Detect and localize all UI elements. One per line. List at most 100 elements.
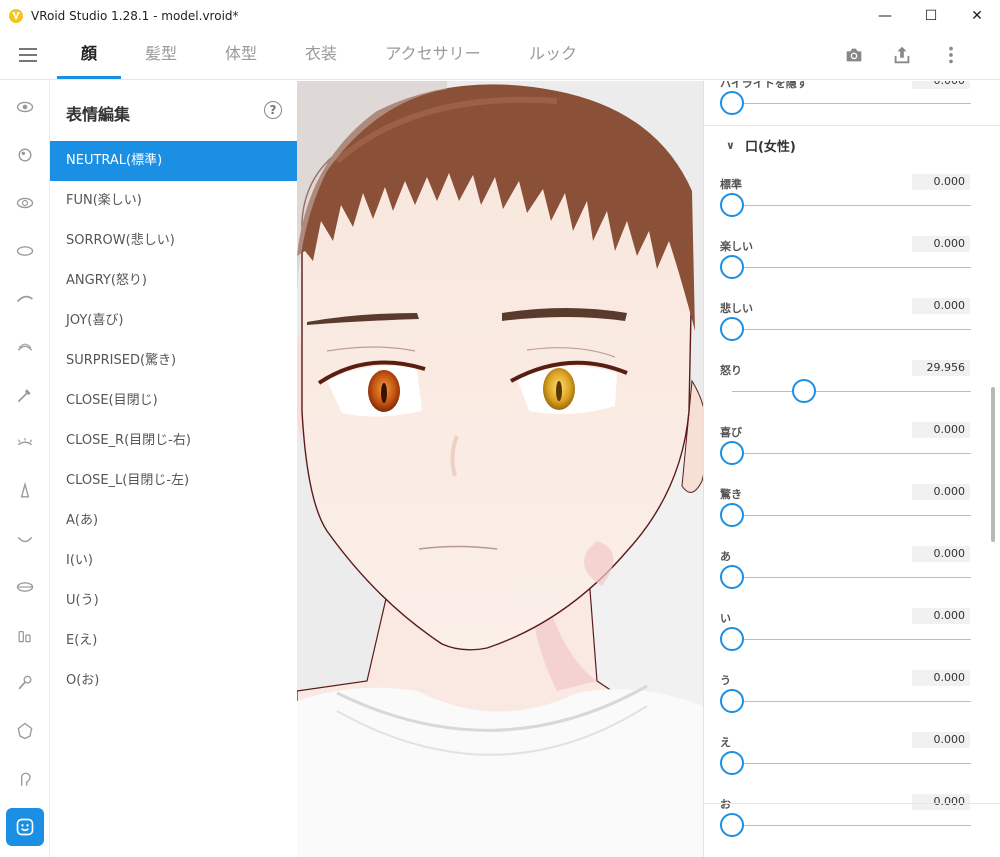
character-face-render [297, 81, 703, 857]
param-label-a: あ [720, 550, 731, 563]
expression-item-surprised[interactable]: SURPRISED(驚き) [50, 341, 297, 381]
slider-thumb-hide-highlight[interactable] [720, 91, 744, 115]
param-label-angry: 怒り [720, 364, 742, 377]
slider-track-fun[interactable] [732, 267, 971, 268]
param-label-e: え [720, 736, 731, 749]
scrollbar[interactable] [991, 387, 995, 542]
vroid-logo-icon [9, 8, 23, 23]
bottom-divider [704, 803, 1000, 804]
param-value-standard[interactable]: 0.000 [912, 174, 970, 190]
param-value-joy[interactable]: 0.000 [912, 422, 970, 438]
eyelash-icon[interactable] [13, 335, 37, 359]
slider-track-i[interactable] [732, 639, 971, 640]
param-value-fun[interactable]: 0.000 [912, 236, 970, 252]
param-value-a[interactable]: 0.000 [912, 546, 970, 562]
slider-thumb-o[interactable] [720, 813, 744, 837]
expression-item-close-l[interactable]: CLOSE_L(目閉じ-左) [50, 461, 297, 501]
expression-edit-panel: 表情編集 ? NEUTRAL(標準) FUN(楽しい) SORROW(悲しい) … [50, 81, 297, 857]
slider-thumb-u[interactable] [720, 689, 744, 713]
expression-item-neutral[interactable]: NEUTRAL(標準) [50, 141, 297, 181]
param-value-u[interactable]: 0.000 [912, 670, 970, 686]
param-value-e[interactable]: 0.000 [912, 732, 970, 748]
expression-icon[interactable] [6, 808, 44, 846]
slider-track-u[interactable] [732, 701, 971, 702]
top-nav: 顔 髪型 体型 衣装 アクセサリー ルック [0, 31, 1000, 80]
minimize-button[interactable]: — [862, 0, 908, 31]
face-outline-icon[interactable] [13, 719, 37, 743]
param-value-o[interactable]: 0.000 [912, 794, 970, 810]
close-button[interactable]: ✕ [954, 0, 1000, 31]
active-tab-indicator [57, 76, 121, 79]
param-label-o: お [720, 798, 731, 811]
param-value-surprised[interactable]: 0.000 [912, 484, 970, 500]
tab-hairstyle[interactable]: 髪型 [130, 31, 192, 80]
slider-thumb-standard[interactable] [720, 193, 744, 217]
expression-item-sorrow[interactable]: SORROW(悲しい) [50, 221, 297, 261]
eye-icon[interactable] [13, 95, 37, 119]
expression-item-angry[interactable]: ANGRY(怒り) [50, 261, 297, 301]
slider-thumb-i[interactable] [720, 627, 744, 651]
slider-track-standard[interactable] [732, 205, 971, 206]
more-options-icon[interactable] [940, 44, 962, 66]
expression-item-joy[interactable]: JOY(喜び) [50, 301, 297, 341]
tab-face[interactable]: 顔 [57, 31, 121, 80]
tab-body[interactable]: 体型 [210, 31, 272, 80]
slider-track-o[interactable] [732, 825, 971, 826]
param-label-surprised: 驚き [720, 488, 742, 501]
eyebrow-icon[interactable] [13, 287, 37, 311]
tab-outfit[interactable]: 衣装 [290, 31, 352, 80]
param-label-i: い [720, 612, 731, 625]
eye-highlight-icon[interactable] [13, 143, 37, 167]
slider-track-a[interactable] [732, 577, 971, 578]
param-label-u: う [720, 674, 731, 687]
chevron-down-icon: ∨ [726, 139, 735, 152]
help-icon[interactable]: ? [264, 101, 282, 119]
paint-icon[interactable] [13, 671, 37, 695]
eye-white-icon[interactable] [13, 191, 37, 215]
expression-item-u[interactable]: U(う) [50, 581, 297, 621]
maximize-button[interactable]: ☐ [908, 0, 954, 31]
param-value-sorrow[interactable]: 0.000 [912, 298, 970, 314]
expression-item-e[interactable]: E(え) [50, 621, 297, 661]
lash-icon[interactable] [13, 431, 37, 455]
slider-thumb-surprised[interactable] [720, 503, 744, 527]
tab-accessory[interactable]: アクセサリー [370, 31, 496, 80]
model-viewport[interactable] [297, 81, 703, 857]
expression-item-fun[interactable]: FUN(楽しい) [50, 181, 297, 221]
slider-track-joy[interactable] [732, 453, 971, 454]
slider-track-angry[interactable] [732, 391, 971, 392]
camera-icon[interactable] [843, 44, 865, 66]
slider-track-e[interactable] [732, 763, 971, 764]
nose-icon[interactable] [13, 479, 37, 503]
slider-thumb-joy[interactable] [720, 441, 744, 465]
ear-icon[interactable] [13, 767, 37, 791]
slider-thumb-fun[interactable] [720, 255, 744, 279]
slider-track-surprised[interactable] [732, 515, 971, 516]
param-label-joy: 喜び [720, 426, 742, 439]
expression-item-close[interactable]: CLOSE(目閉じ) [50, 381, 297, 421]
section-header-mouth-female[interactable]: ∨ 口(女性) [726, 136, 796, 155]
export-icon[interactable] [891, 44, 913, 66]
slider-track-hide-highlight[interactable] [732, 103, 971, 104]
slider-thumb-angry[interactable] [791, 379, 816, 403]
mouth-icon[interactable] [13, 527, 37, 551]
expression-item-i[interactable]: I(い) [50, 541, 297, 581]
expression-item-a[interactable]: A(あ) [50, 501, 297, 541]
slider-thumb-e[interactable] [720, 751, 744, 775]
hamburger-menu-icon[interactable] [19, 48, 37, 62]
slider-thumb-sorrow[interactable] [720, 317, 744, 341]
category-icon-bar [0, 81, 50, 857]
teeth-icon[interactable] [13, 623, 37, 647]
expression-item-close-r[interactable]: CLOSE_R(目閉じ-右) [50, 421, 297, 461]
tab-look[interactable]: ルック [516, 31, 590, 80]
lips-icon[interactable] [13, 575, 37, 599]
eye-brush-icon[interactable] [13, 383, 37, 407]
param-value-angry[interactable]: 29.956 [912, 360, 970, 376]
expression-item-o[interactable]: O(お) [50, 661, 297, 701]
eyeline-icon[interactable] [13, 239, 37, 263]
slider-thumb-a[interactable] [720, 565, 744, 589]
param-value-i[interactable]: 0.000 [912, 608, 970, 624]
slider-track-sorrow[interactable] [732, 329, 971, 330]
param-value-hide-highlight[interactable]: 0.000 [912, 81, 970, 89]
window-controls: — ☐ ✕ [862, 0, 1000, 31]
